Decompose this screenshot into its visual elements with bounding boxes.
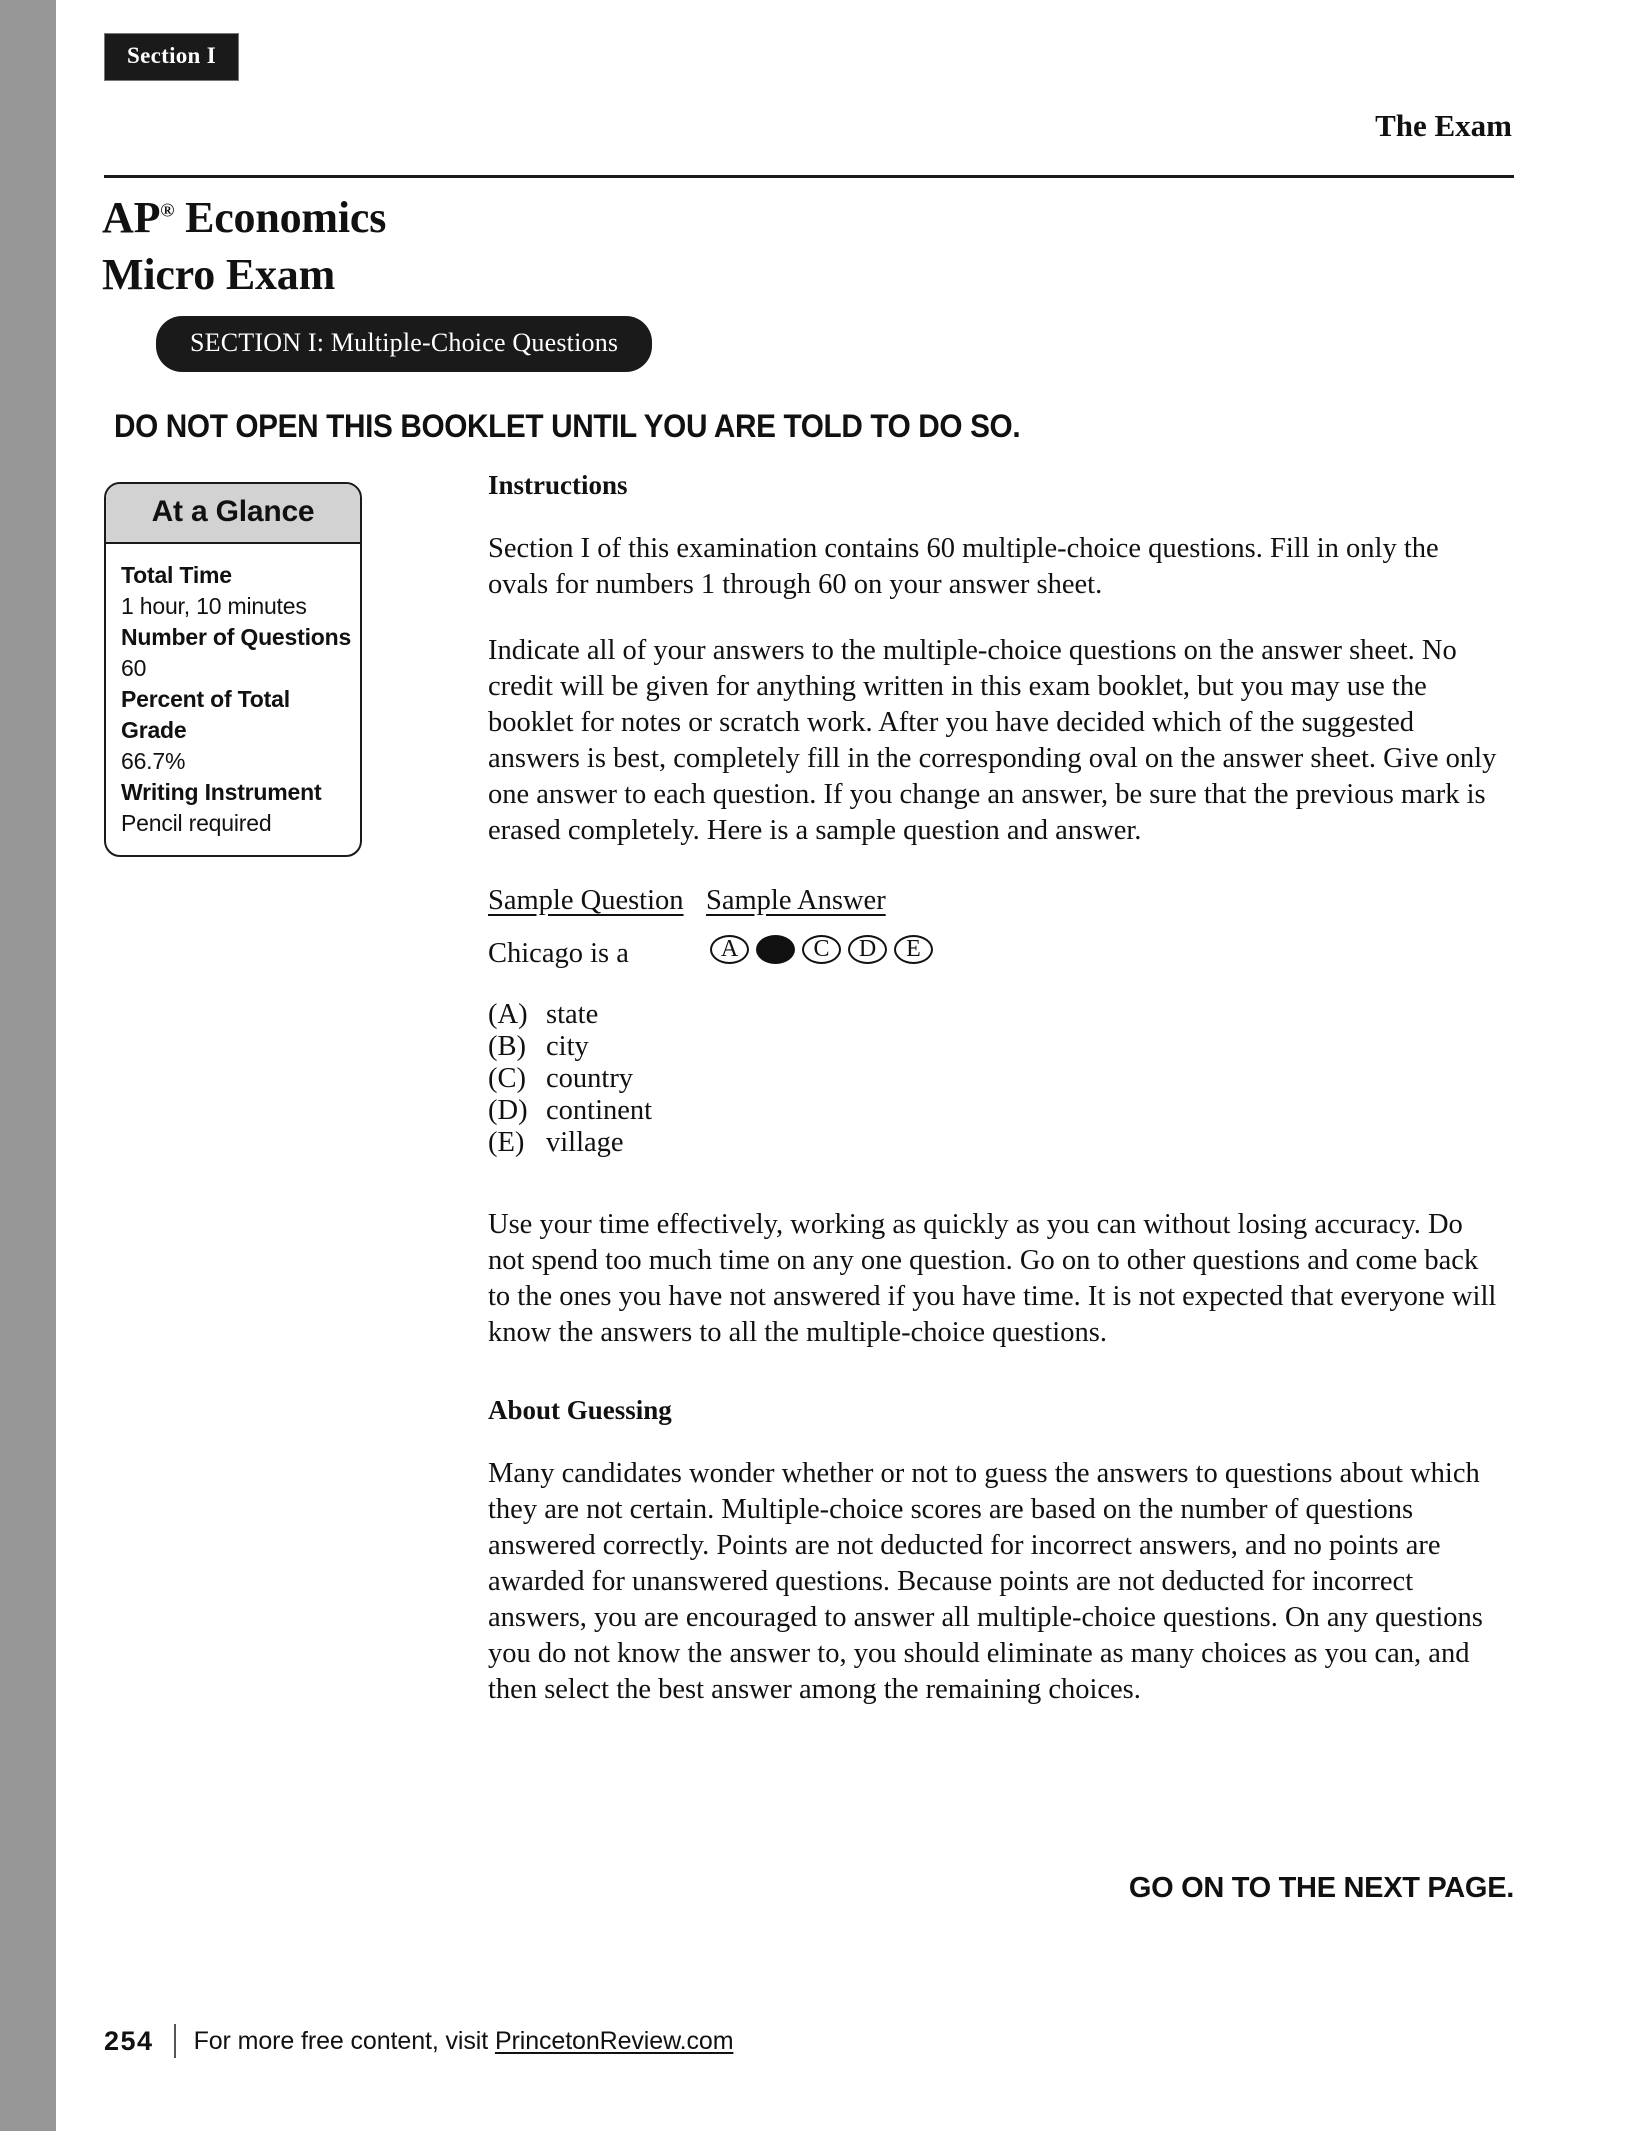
exam-title-line2: Micro Exam (102, 250, 336, 299)
footer-divider (173, 2024, 176, 2058)
at-a-glance-term: Percent of Total Grade (121, 686, 290, 743)
at-a-glance-box: At a Glance Total Time 1 hour, 10 minute… (104, 482, 362, 857)
about-guessing-heading: About Guessing (488, 1395, 672, 1425)
choice-letter: (E) (488, 1127, 525, 1158)
list-item: (C) country (488, 1063, 1498, 1095)
exam-title-subject: Economics (174, 193, 387, 242)
choice-letter: (C) (488, 1063, 526, 1094)
instructions-column: Instructions Section I of this examinati… (488, 470, 1498, 1738)
exam-title-line1: AP® Economics (102, 189, 386, 246)
page-title: AP® Economics Micro Exam (102, 189, 386, 303)
sample-choices-list: (A) state (B) city (C) country (D) conti… (488, 999, 1498, 1159)
choice-text: village (546, 1127, 624, 1158)
footer-page-number: 254 (104, 2025, 154, 2056)
page-footer: 254 For more free content, visit Princet… (104, 2024, 734, 2058)
running-head: The Exam (104, 108, 1512, 144)
section-banner: SECTION I: Multiple-Choice Questions (156, 316, 653, 372)
exam-title-ap: AP (102, 193, 161, 242)
about-guessing-paragraph: Many candidates wonder whether or not to… (488, 1458, 1483, 1705)
at-a-glance-value: Pencil required (121, 810, 272, 836)
instructions-heading: Instructions (488, 470, 628, 500)
list-item: (E) village (488, 1127, 1498, 1159)
go-on-to-next-page-notice: GO ON TO THE NEXT PAGE. (1128, 1872, 1514, 1904)
answer-bubble-b-filled[interactable]: B (756, 935, 795, 964)
section-tab-label: Section I (127, 43, 216, 68)
choice-text: state (546, 999, 599, 1030)
answer-bubble-a[interactable]: A (710, 935, 749, 964)
footer-text: For more free content, visit PrincetonRe… (194, 2027, 734, 2056)
choice-letter: (A) (488, 999, 528, 1030)
sample-question-answer-block: Sample Question Sample Answer Chicago is… (488, 885, 1498, 993)
left-gray-spine-bar (0, 0, 56, 2131)
list-item: (A) state (488, 999, 1498, 1031)
at-a-glance-term: Number of Questions (121, 624, 352, 650)
list-item: (B) city (488, 1031, 1498, 1063)
list-item: (D) continent (488, 1095, 1498, 1127)
sample-answer-bubble-row: A B C D E (710, 935, 933, 964)
sample-answer-label: Sample Answer (706, 885, 886, 916)
section-banner-label: SECTION I: Multiple-Choice Questions (190, 328, 619, 357)
instructions-paragraph-1: Section I of this examination contains 6… (488, 533, 1439, 600)
sample-question-text: Chicago is a (488, 938, 629, 969)
at-a-glance-header: At a Glance (106, 484, 360, 544)
answer-bubble-e[interactable]: E (894, 935, 933, 964)
instructions-paragraph-2: Indicate all of your answers to the mult… (488, 635, 1497, 846)
at-a-glance-term: Writing Instrument (121, 779, 322, 805)
header-rule (104, 175, 1514, 178)
answer-bubble-c[interactable]: C (802, 935, 841, 964)
at-a-glance-body: Total Time 1 hour, 10 minutes Number of … (106, 544, 360, 855)
at-a-glance-term: Total Time (121, 562, 232, 588)
registered-trademark-icon: ® (160, 200, 175, 222)
at-a-glance-value: 1 hour, 10 minutes (121, 593, 307, 619)
footer-text-prefix: For more free content, visit (193, 2026, 495, 2055)
choice-letter: (B) (488, 1031, 526, 1062)
section-tab: Section I (104, 33, 239, 81)
choice-text: city (546, 1031, 589, 1062)
at-a-glance-value: 60 (121, 655, 147, 681)
footer-link[interactable]: PrincetonReview.com (495, 2027, 734, 2055)
choice-letter: (D) (488, 1095, 528, 1126)
choice-text: country (546, 1063, 634, 1094)
choice-text: continent (546, 1095, 653, 1126)
sample-question-label: Sample Question (488, 885, 684, 916)
do-not-open-warning: DO NOT OPEN THIS BOOKLET UNTIL YOU ARE T… (114, 408, 1021, 444)
at-a-glance-value: 66.7% (121, 748, 186, 774)
instructions-paragraph-3: Use your time effectively, working as qu… (488, 1209, 1497, 1348)
page-content: Section I The Exam AP® Economics Micro E… (56, 0, 1640, 2131)
answer-bubble-d[interactable]: D (848, 935, 887, 964)
running-head-title: The Exam (1375, 108, 1512, 143)
